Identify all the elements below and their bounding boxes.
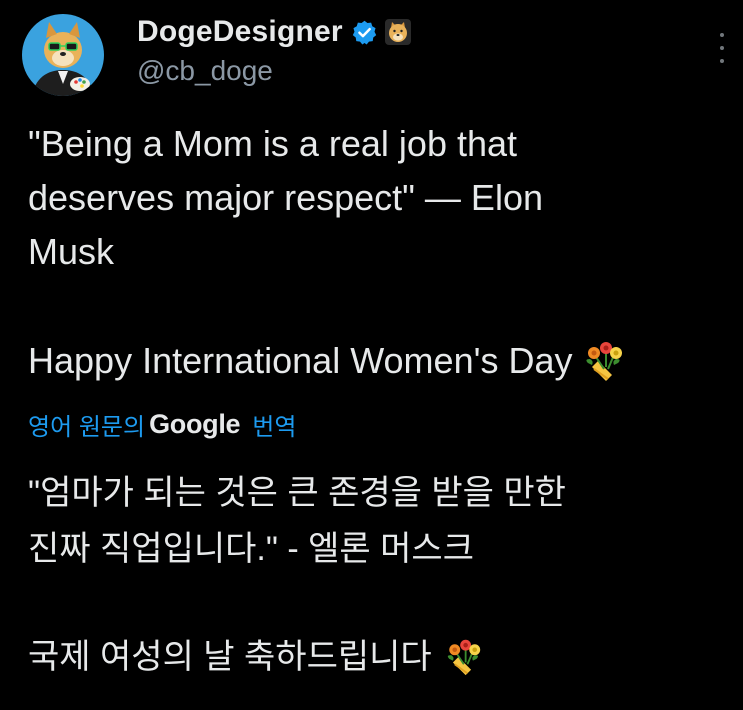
translated-text-line: "엄마가 되는 것은 큰 존경을 받을 만한	[28, 474, 566, 512]
author-name-row[interactable]: DogeDesigner	[137, 13, 412, 51]
doge-affiliate-icon[interactable]	[384, 18, 412, 46]
womens-day-text: Happy International Women's Day	[28, 340, 573, 381]
tweet-text-line: "Being a Mom is a real job that	[28, 123, 518, 164]
bouquet-icon	[580, 339, 624, 383]
doge-avatar-icon[interactable]	[22, 14, 104, 96]
translate-link[interactable]: 번역	[252, 407, 296, 442]
translated-text-line: 국제 여성의 날 축하드립니다	[28, 630, 482, 684]
tweet-text-line: deserves major respect" — Elon	[28, 177, 543, 218]
more-dot	[720, 46, 724, 50]
more-options-icon[interactable]	[715, 33, 729, 63]
more-dot	[720, 33, 724, 37]
author-display-name[interactable]: DogeDesigner	[137, 15, 343, 49]
author-handle[interactable]: @cb_doge	[137, 55, 273, 87]
tweet-text-line: Musk	[28, 231, 115, 272]
bouquet-icon	[442, 637, 482, 677]
tweet-card: DogeDesigner @cb_doge "Being a Mom is a …	[0, 0, 743, 710]
translated-text-line: 진짜 직업입니다." - 엘론 머스크	[28, 530, 474, 568]
more-dot	[720, 59, 724, 63]
tweet-text-line: Happy International Women's Day	[28, 334, 624, 388]
translated-from-link[interactable]: 영어 원문의	[28, 407, 145, 442]
translation-header: 영어 원문의 Google 번역	[28, 404, 296, 444]
translated-womens-day-text: 국제 여성의 날 축하드립니다	[28, 638, 432, 676]
google-logo: Google	[149, 408, 241, 439]
verified-badge-icon	[351, 19, 378, 46]
